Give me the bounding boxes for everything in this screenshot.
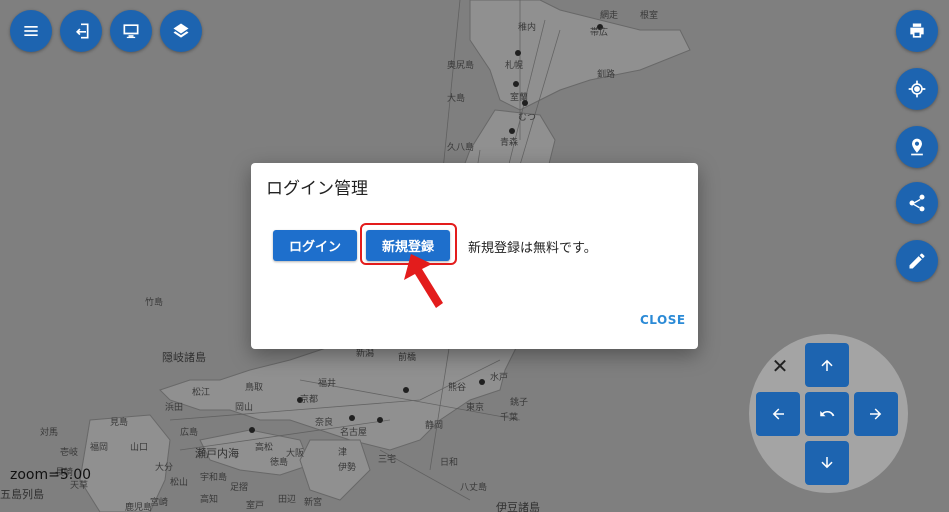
layers-button[interactable] [160,10,202,52]
login-button[interactable] [60,10,102,52]
arrow-right-icon [870,408,882,420]
pan-up-button[interactable] [805,343,849,387]
layers-icon [173,23,189,38]
arrow-up-icon [821,359,833,371]
zoom-level-readout: zoom=5.00 [10,467,92,483]
arrow-down-icon [821,457,833,469]
annotation-arrow-icon [404,254,443,308]
pin-icon [911,138,923,156]
menu-button[interactable] [10,10,52,52]
display-button[interactable] [110,10,152,52]
menu-icon [24,26,38,36]
print-button[interactable] [896,10,938,52]
reset-view-button[interactable] [805,392,849,436]
dialog-title: ログイン管理 [266,179,368,199]
locate-button[interactable] [896,68,938,110]
login-submit-button[interactable]: ログイン [273,230,357,261]
edit-button[interactable] [896,240,938,282]
register-note: 新規登録は無料です。 [468,241,597,256]
print-icon [910,23,924,38]
login-icon [76,23,89,39]
edit-icon [909,253,925,269]
monitor-icon [123,24,139,39]
share-button[interactable] [896,182,938,224]
undo-icon [820,410,835,417]
locate-icon [908,80,926,98]
pan-down-button[interactable] [805,441,849,485]
arrow-left-icon [772,408,784,420]
pan-right-button[interactable] [854,392,898,436]
share-icon [909,194,925,212]
close-button[interactable]: CLOSE [640,313,686,327]
pin-button[interactable] [896,126,938,168]
pad-close-icon[interactable]: ✕ [769,355,791,377]
pan-left-button[interactable] [756,392,800,436]
